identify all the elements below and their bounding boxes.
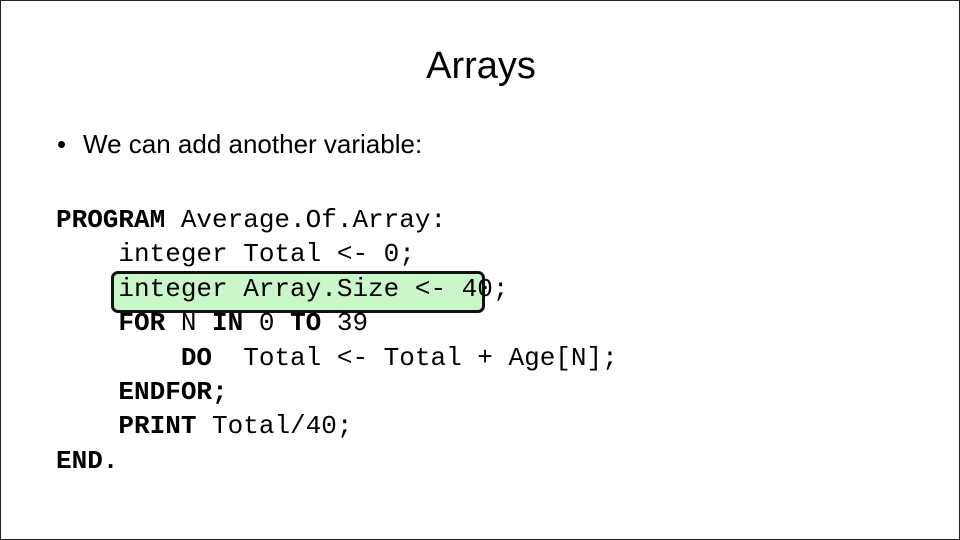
code-keyword: ENDFOR; [118, 376, 228, 407]
code-line: PROGRAM Average.Of.Array: [56, 203, 618, 237]
code-keyword: END. [56, 445, 119, 476]
code-text: integer Total <- 0; [56, 239, 415, 270]
bullet-item: • We can add another variable: [57, 129, 422, 160]
code-keyword: DO [180, 342, 213, 373]
code-line: ENDFOR; [56, 375, 618, 409]
bullet-text: We can add another variable: [83, 129, 423, 159]
code-text: 0 [243, 308, 291, 339]
code-keyword: PROGRAM [56, 205, 166, 235]
slide: Arrays • We can add another variable: PRO… [0, 0, 960, 540]
code-text: Average.Of.Array: [165, 205, 447, 235]
code-line: integer Array.Size <- 40; [56, 272, 618, 306]
code-text: Total <- Total + Age[N]; [212, 342, 618, 373]
code-keyword: PRINT [118, 411, 197, 442]
code-line: END. [56, 444, 618, 478]
code-line: FOR N IN 0 TO 39 [56, 306, 618, 340]
bullet-icon: • [57, 129, 67, 159]
code-text: integer Array.Size <- 40; [56, 273, 509, 304]
code-line: PRINT Total/40; [56, 409, 618, 443]
code-text: N [165, 308, 213, 339]
code-line: integer Total <- 0; [56, 237, 618, 271]
code-keyword: IN [212, 308, 244, 339]
code-keyword: FOR [118, 308, 166, 339]
code-text: Total/40; [196, 411, 353, 442]
code-text: 39 [321, 308, 369, 339]
slide-title: Arrays [426, 45, 536, 87]
code-line: DO Total <- Total + Age[N]; [56, 341, 618, 375]
code-keyword: TO [290, 308, 322, 339]
code-block: PROGRAM Average.Of.Array: integer Total … [56, 203, 618, 478]
